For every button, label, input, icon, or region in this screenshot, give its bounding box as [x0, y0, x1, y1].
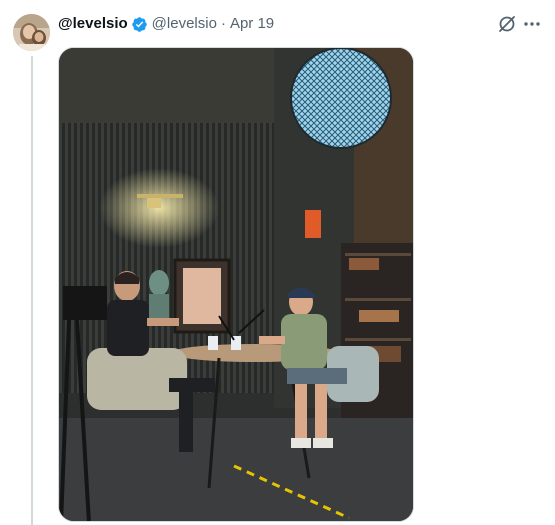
- user-handle[interactable]: @levelsio: [152, 14, 217, 34]
- grok-icon[interactable]: [497, 14, 517, 34]
- thread-line: [31, 56, 33, 525]
- verified-badge-icon: [131, 16, 148, 33]
- photo-podcast-studio: [59, 48, 413, 521]
- display-name[interactable]: @levelsio: [58, 14, 128, 34]
- separator-dot: ·: [220, 15, 226, 32]
- user-avatar-image: [13, 14, 50, 51]
- tweet-date[interactable]: Apr 19: [230, 14, 274, 34]
- more-horizontal-icon[interactable]: [522, 14, 542, 34]
- tweet-photo[interactable]: [58, 47, 414, 522]
- avatar[interactable]: [13, 14, 50, 51]
- tweet-header: @levelsio @levelsio · Apr 19: [58, 14, 274, 34]
